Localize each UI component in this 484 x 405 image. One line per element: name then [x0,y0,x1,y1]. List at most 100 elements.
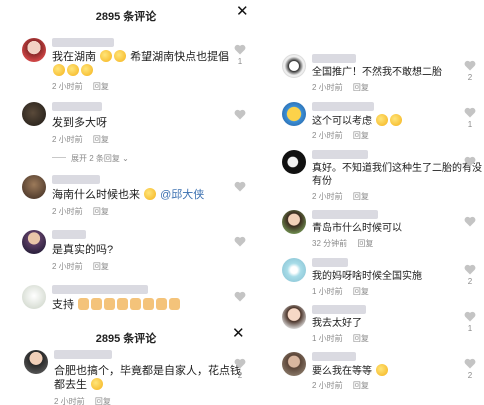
username[interactable] [52,175,100,184]
thumbs-up-emoji-icon [91,298,103,310]
reply-button[interactable]: 回复 [353,83,369,92]
avatar[interactable] [22,102,46,126]
comment-meta: 1 小时前 回复 [312,333,369,344]
comment-text: 发到多大呀 [52,117,107,129]
comment-text: 我去太好了 [312,318,362,329]
heart-icon[interactable] [464,358,476,369]
username[interactable] [312,258,348,267]
laugh-emoji-icon [114,50,127,62]
comment-text-line2: 都去生 [54,378,104,392]
comment-text: 全国推广！不然我不敢想二胎 [312,67,442,78]
comment-text: 这个可以考虑 [312,114,403,129]
reply-button[interactable]: 回复 [95,397,111,405]
timestamp: 1 小时前 [312,287,343,296]
avatar[interactable] [282,305,306,329]
comment-text-emoji-line [52,64,94,78]
reply-button[interactable]: 回复 [93,135,109,144]
heart-icon[interactable] [234,358,246,369]
username[interactable] [312,54,356,63]
wink-emoji-icon [375,114,388,126]
comment-item: 是真实的吗? 2 小时前 回复 [22,230,232,274]
comment-meta: 2 小时前 回复 [312,380,369,391]
comment-meta: 32 分钟前 回复 [312,238,373,249]
heart-icon[interactable] [464,311,476,322]
avatar[interactable] [282,258,306,282]
reply-button[interactable]: 回复 [93,207,109,216]
username[interactable] [52,102,102,111]
timestamp: 2 小时前 [52,262,83,271]
reply-button[interactable]: 回复 [93,82,109,91]
laugh-emoji-icon [375,364,388,376]
reply-button[interactable]: 回复 [353,192,369,201]
username[interactable] [312,150,368,159]
panel-header: 2895 条评论 ✕ [0,0,252,28]
close-icon[interactable]: ✕ [236,4,249,19]
like-count: 2 [467,277,473,286]
heart-icon[interactable] [234,44,246,55]
comment-panel-left: 2895 条评论 ✕ 我在湖南 希望湖南快点也提倡 2 小时前 回复 1 发到多… [0,0,252,320]
close-icon[interactable]: ✕ [232,326,245,341]
avatar[interactable] [22,175,46,199]
avatar[interactable] [22,38,46,62]
comment-panel-right: 全国推广！不然我不敢想二胎 2 小时前 回复 2 这个可以考虑 2 小时前 回复… [258,0,484,405]
comment-meta: 2 小时前 回复 [312,82,369,93]
reply-button[interactable]: 回复 [353,287,369,296]
username[interactable] [52,38,114,47]
reply-button[interactable]: 回复 [353,381,369,390]
avatar[interactable] [282,54,306,78]
username[interactable] [54,350,112,359]
laugh-emoji-icon [100,50,113,62]
username[interactable] [312,352,356,361]
chevron-down-icon: ⌄ [122,154,129,163]
like-count: 1 [237,57,243,66]
timestamp: 2 小时前 [52,207,83,216]
username[interactable] [312,210,378,219]
avatar[interactable] [22,285,46,309]
reply-button[interactable]: 回复 [357,239,373,248]
username[interactable] [312,102,374,111]
avatar[interactable] [282,210,306,234]
comment-item: 合肥也搞个，毕竟都是自家人，花点钱 都去生 2 小时前 回复 [24,350,241,405]
comment-meta: 2 小时前 回复 [52,206,109,217]
heart-icon[interactable] [234,181,246,192]
reply-button[interactable]: 回复 [93,262,109,271]
reply-button[interactable]: 回复 [353,131,369,140]
comment-item: 我在湖南 希望湖南快点也提倡 2 小时前 回复 [22,38,252,98]
timestamp: 2 小时前 [52,82,83,91]
avatar[interactable] [282,102,306,126]
comment-item: 海南什么时候也来 @邱大侠 2 小时前 回复 [22,175,232,219]
laugh-emoji-icon [81,64,93,76]
avatar[interactable] [282,150,306,174]
heart-icon[interactable] [464,216,476,227]
laugh-emoji-icon [53,64,65,76]
heart-icon[interactable] [234,109,246,120]
heart-icon[interactable] [464,60,476,71]
thumbs-up-emoji-icon [143,298,155,310]
heart-icon[interactable] [234,236,246,247]
heart-icon[interactable] [464,156,476,167]
timestamp: 2 小时前 [312,381,343,390]
avatar[interactable] [24,350,48,374]
reply-button[interactable]: 回复 [353,334,369,343]
like-count: 1 [467,120,473,129]
username[interactable] [52,230,86,239]
username[interactable] [52,285,148,294]
comment-meta: 2 小时前 回复 [312,130,369,141]
panel-header: 2895 条评论 ✕ [0,322,252,350]
comment-meta: 2 小时前 回复 [52,134,109,145]
expand-replies-link[interactable]: 展开 2 条回复 ⌄ [52,153,129,164]
comment-meta: 2 小时前 回复 [54,396,111,405]
avatar[interactable] [22,230,46,254]
comment-text: 我在湖南 希望湖南快点也提倡 [52,50,230,63]
heart-icon[interactable] [464,107,476,118]
heart-icon[interactable] [234,291,246,302]
heart-icon[interactable] [464,264,476,275]
comment-meta: 2 小时前 回复 [52,261,109,272]
timestamp: 2 小时前 [312,192,343,201]
comment-count-title: 2895 条评论 [95,333,157,345]
avatar[interactable] [282,352,306,376]
comment-count-title: 2895 条评论 [95,11,157,23]
username[interactable] [312,305,366,314]
wink-emoji-icon [389,114,402,126]
mention-link[interactable]: @邱大侠 [160,189,204,201]
